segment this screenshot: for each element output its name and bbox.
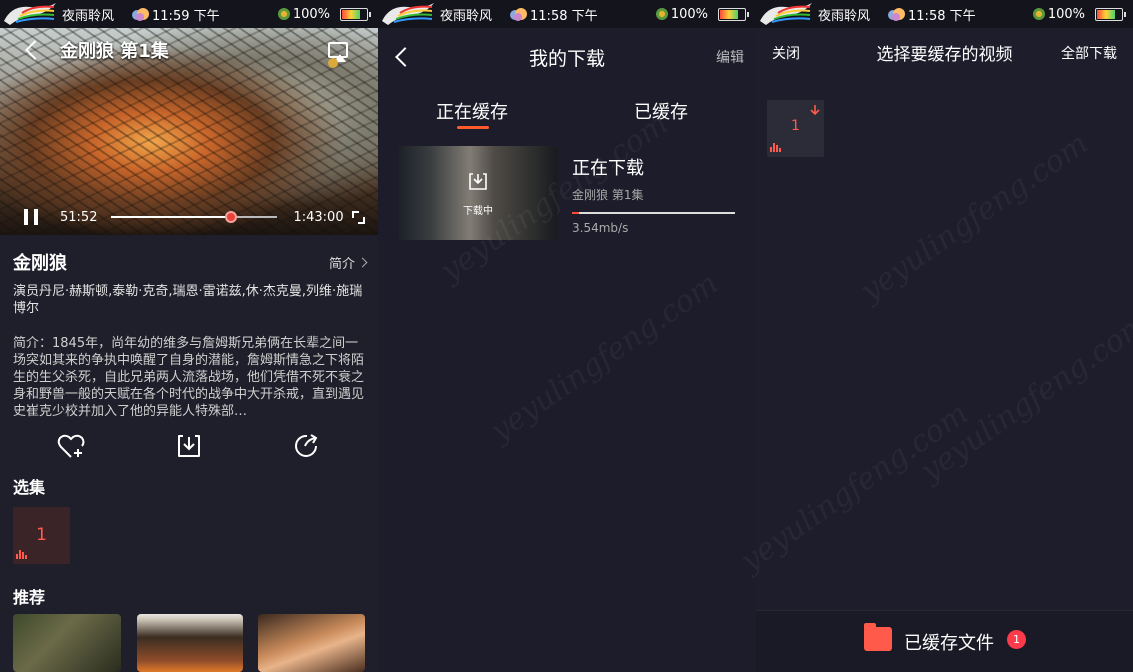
pause-icon[interactable] bbox=[24, 209, 38, 225]
player-top-bar: 金刚狼 第1集 bbox=[0, 28, 378, 72]
downloads-tabs: 正在缓存 已缓存 bbox=[378, 86, 756, 134]
episode-number: 1 bbox=[36, 525, 47, 545]
status-bar: 夜雨聆风 11:59 下午 100% bbox=[0, 0, 378, 28]
download-episode-name: 金刚狼 第1集 bbox=[572, 188, 644, 202]
downloading-label: 下载中 bbox=[463, 206, 493, 217]
status-bar: 夜雨聆风 11:58 下午 100% bbox=[756, 0, 1133, 28]
seek-bar-played bbox=[111, 216, 231, 218]
playing-bars-icon bbox=[770, 142, 782, 152]
tab-downloaded[interactable]: 已缓存 bbox=[634, 98, 688, 124]
weather-cloud-icon bbox=[510, 8, 528, 21]
recommend-heading: 推荐 bbox=[13, 588, 46, 607]
intro-link-label: 简介 bbox=[328, 257, 355, 272]
video-logo-icon bbox=[328, 58, 338, 68]
fullscreen-icon[interactable] bbox=[351, 210, 365, 224]
app-logo-icon bbox=[382, 3, 434, 25]
cast-list: 演员丹尼·赫斯顿,泰勒·克奇,瑞恩·雷诺兹,休·杰克曼,列维·施瑞博尔 bbox=[13, 284, 363, 316]
download-progress-bar bbox=[572, 212, 735, 214]
battery-icon bbox=[1095, 7, 1126, 21]
cached-files-bar[interactable]: 已缓存文件 1 bbox=[756, 610, 1133, 672]
status-time: 11:58 下午 bbox=[908, 8, 976, 24]
cached-count-badge: 1 bbox=[1007, 630, 1026, 649]
current-time: 51:52 bbox=[60, 209, 98, 225]
recommend-list bbox=[13, 614, 378, 672]
player-controls: 51:52 1:43:00 bbox=[0, 199, 378, 235]
weather-cloud-icon bbox=[888, 8, 906, 21]
signal-icon bbox=[655, 8, 668, 20]
recommend-poster[interactable] bbox=[13, 614, 121, 672]
status-time: 11:58 下午 bbox=[530, 8, 598, 24]
video-player[interactable]: 金刚狼 第1集 51:52 1:43:00 bbox=[0, 28, 378, 235]
action-bar bbox=[0, 431, 378, 461]
episode-tile[interactable]: 1 bbox=[13, 507, 70, 564]
intro-link[interactable]: 简介 bbox=[328, 253, 368, 272]
signal-icon bbox=[1032, 8, 1045, 20]
page-title: 我的下载 bbox=[528, 47, 605, 70]
status-time: 11:59 下午 bbox=[152, 8, 220, 24]
carrier-name: 夜雨聆风 bbox=[818, 8, 871, 24]
show-title: 金刚狼 bbox=[13, 253, 67, 274]
episodes-heading: 选集 bbox=[13, 478, 46, 497]
carrier-name: 夜雨聆风 bbox=[440, 8, 493, 24]
player-detail-screen: 夜雨聆风 11:59 下午 100% 金刚狼 第1集 51:52 1:43:00 bbox=[0, 0, 378, 672]
back-arrow-icon[interactable] bbox=[25, 40, 45, 60]
folder-download-icon bbox=[864, 623, 892, 651]
download-item[interactable]: 下载中 正在下载 金刚狼 第1集 3.54mb/s bbox=[399, 146, 736, 240]
episode-number: 1 bbox=[791, 118, 800, 134]
battery-percent: 100% bbox=[1047, 6, 1085, 22]
active-tab-indicator bbox=[457, 126, 489, 129]
carrier-name: 夜雨聆风 bbox=[62, 8, 115, 24]
recommend-poster[interactable] bbox=[258, 614, 365, 672]
favorite-heart-icon[interactable] bbox=[56, 431, 86, 461]
episode-tile[interactable]: 1 bbox=[767, 100, 824, 157]
battery-icon bbox=[340, 7, 371, 21]
chevron-right-icon bbox=[357, 257, 368, 268]
player-title: 金刚狼 第1集 bbox=[60, 41, 169, 62]
downloads-header: 我的下载 编辑 bbox=[378, 28, 756, 86]
app-logo-icon bbox=[4, 3, 56, 25]
app-logo-icon bbox=[760, 3, 812, 25]
share-icon[interactable] bbox=[292, 431, 322, 461]
download-icon[interactable] bbox=[174, 431, 204, 461]
signal-icon bbox=[277, 8, 290, 20]
download-arrow-icon bbox=[810, 105, 820, 116]
download-status: 正在下载 bbox=[572, 158, 644, 179]
download-thumbnail: 下载中 bbox=[399, 146, 557, 240]
seek-thumb[interactable] bbox=[224, 211, 237, 223]
weather-cloud-icon bbox=[132, 8, 150, 21]
tab-downloading[interactable]: 正在缓存 bbox=[436, 98, 508, 124]
cache-header: 关闭 选择要缓存的视频 全部下载 bbox=[756, 28, 1133, 76]
cast-screen-icon[interactable] bbox=[328, 42, 348, 62]
recommend-poster[interactable] bbox=[137, 614, 243, 672]
synopsis: 简介：1845年，尚年幼的维多与詹姆斯兄弟俩在长辈之间一场突如其来的争执中唤醒了… bbox=[13, 336, 364, 419]
battery-percent: 100% bbox=[292, 6, 330, 22]
download-all-button[interactable]: 全部下载 bbox=[1061, 43, 1117, 63]
total-duration: 1:43:00 bbox=[293, 209, 344, 225]
download-speed: 3.54mb/s bbox=[572, 221, 629, 235]
cached-files-label: 已缓存文件 bbox=[904, 633, 994, 654]
playing-bars-icon bbox=[16, 549, 28, 559]
my-downloads-screen: 夜雨聆风 11:58 下午 100% 我的下载 编辑 正在缓存 已缓存 下载中 … bbox=[378, 0, 756, 672]
cache-select-screen: 夜雨聆风 11:58 下午 100% 关闭 选择要缓存的视频 全部下载 1 已缓… bbox=[756, 0, 1133, 672]
edit-button[interactable]: 编辑 bbox=[716, 47, 744, 67]
download-icon bbox=[469, 173, 487, 190]
battery-percent: 100% bbox=[670, 6, 708, 22]
status-bar: 夜雨聆风 11:58 下午 100% bbox=[378, 0, 756, 28]
seek-bar[interactable] bbox=[111, 211, 278, 223]
download-progress-fill bbox=[572, 212, 579, 214]
battery-icon bbox=[718, 7, 749, 21]
